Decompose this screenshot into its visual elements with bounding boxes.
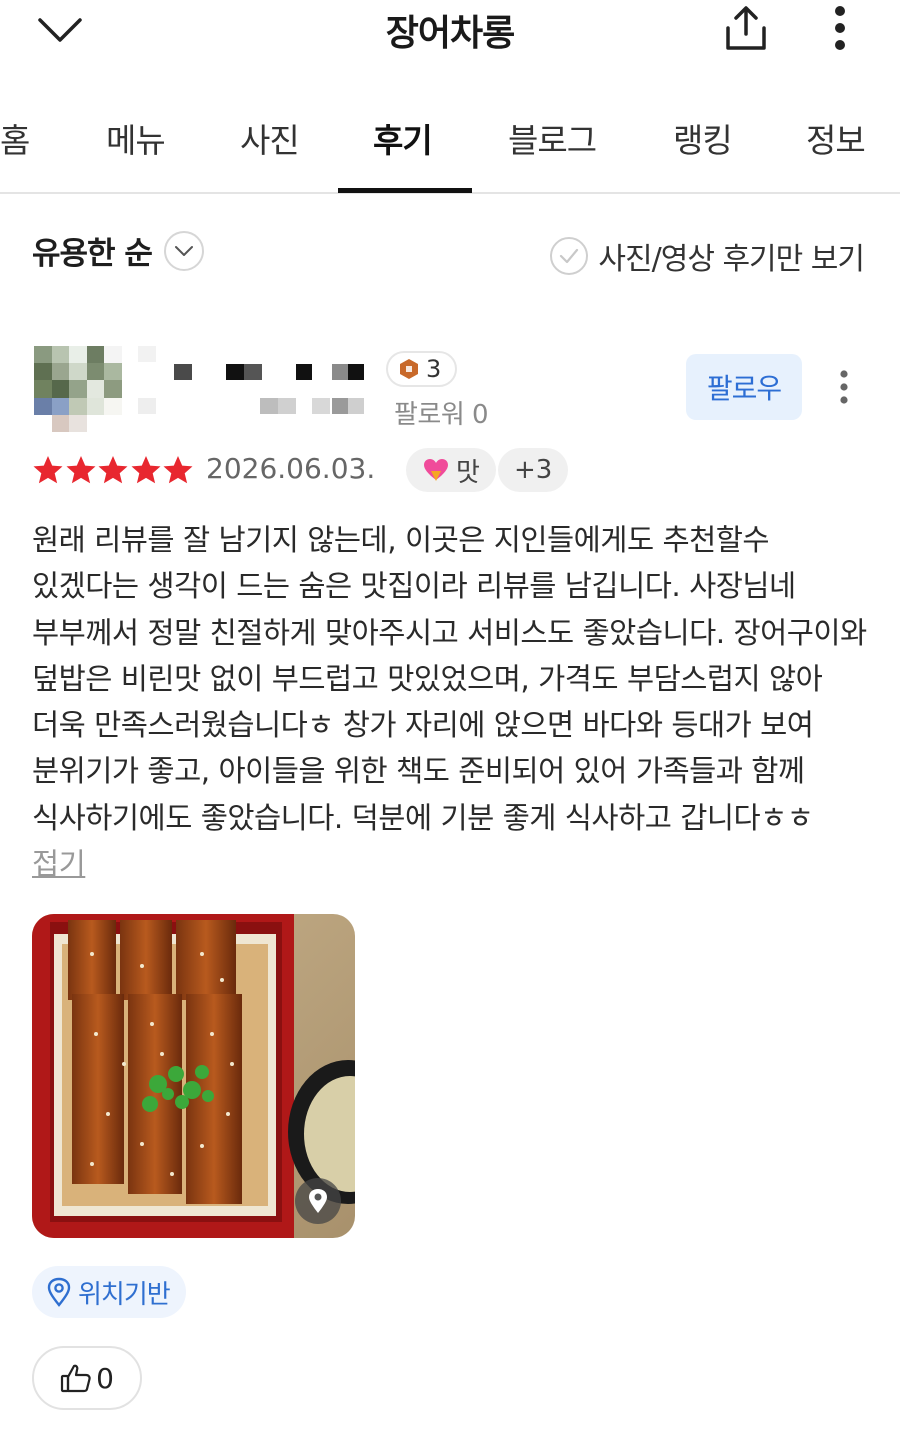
fold-link[interactable]: 접기 <box>32 847 86 881</box>
chevron-down-icon <box>163 230 204 271</box>
share-icon <box>726 6 766 50</box>
photo-only-toggle[interactable]: 사진/영상 후기만 보기 <box>550 234 865 278</box>
review-date: 2026.06.03. <box>206 452 376 485</box>
share-button[interactable] <box>720 2 772 54</box>
reviewer-name-blurred <box>138 346 378 416</box>
taste-heart-icon <box>424 459 448 481</box>
star-rating <box>32 454 195 486</box>
follow-button[interactable]: 팔로우 <box>686 354 802 420</box>
tab-menu[interactable]: 메뉴 <box>106 114 166 162</box>
tab-info[interactable]: 정보 <box>806 114 866 162</box>
location-pin-icon <box>309 1189 327 1213</box>
review-more-button[interactable] <box>826 364 862 410</box>
star-icon <box>98 456 128 484</box>
review-text: 원래 리뷰를 잘 남기지 않는데, 이곳은 지인들에게도 추천할수 있겠다는 생… <box>32 523 867 835</box>
more-options-button[interactable] <box>818 2 862 54</box>
tab-photos[interactable]: 사진 <box>240 114 300 162</box>
like-count: 0 <box>96 1361 114 1395</box>
star-icon <box>163 456 193 484</box>
tab-ranking[interactable]: 랭킹 <box>673 114 733 162</box>
check-circle-icon <box>550 237 589 275</box>
sort-dropdown[interactable]: 유용한 순 <box>32 228 204 273</box>
tab-home[interactable]: 홈 <box>0 114 30 162</box>
tag-taste-label: 맛 <box>456 457 480 488</box>
review-body: 원래 리뷰를 잘 남기지 않는데, 이곳은 지인들에게도 추천할수 있겠다는 생… <box>32 517 872 887</box>
more-vertical-icon <box>840 370 848 404</box>
tab-reviews[interactable]: 후기 <box>373 114 433 162</box>
tab-blog[interactable]: 블로그 <box>508 114 597 162</box>
thumbs-up-icon <box>60 1364 91 1393</box>
follower-count: 팔로워 0 <box>394 400 489 430</box>
avatar[interactable] <box>34 346 122 432</box>
star-icon <box>33 456 63 484</box>
tag-taste[interactable]: 맛 <box>406 448 496 492</box>
reviewer-level-badge: 3 <box>386 351 458 387</box>
photo-location-button[interactable] <box>295 1178 341 1224</box>
star-icon <box>66 456 95 484</box>
star-icon <box>131 456 160 484</box>
tag-more[interactable]: +3 <box>498 448 569 492</box>
location-based-label: 위치기반 <box>78 1279 171 1310</box>
location-based-badge[interactable]: 위치기반 <box>32 1266 186 1318</box>
location-pin-icon <box>47 1277 71 1307</box>
like-button[interactable]: 0 <box>32 1346 142 1410</box>
tab-bar: 홈 메뉴 사진 후기 블로그 랭킹 정보 <box>0 100 900 194</box>
level-hexagon-icon <box>400 359 418 379</box>
top-bar: 장어차롱 <box>0 0 900 80</box>
reviewer-level: 3 <box>426 355 442 383</box>
sort-label: 유용한 순 <box>32 236 153 272</box>
photo-only-label: 사진/영상 후기만 보기 <box>598 242 865 277</box>
active-tab-indicator <box>338 188 472 193</box>
more-vertical-icon <box>835 6 845 50</box>
review-photo[interactable] <box>32 914 355 1238</box>
